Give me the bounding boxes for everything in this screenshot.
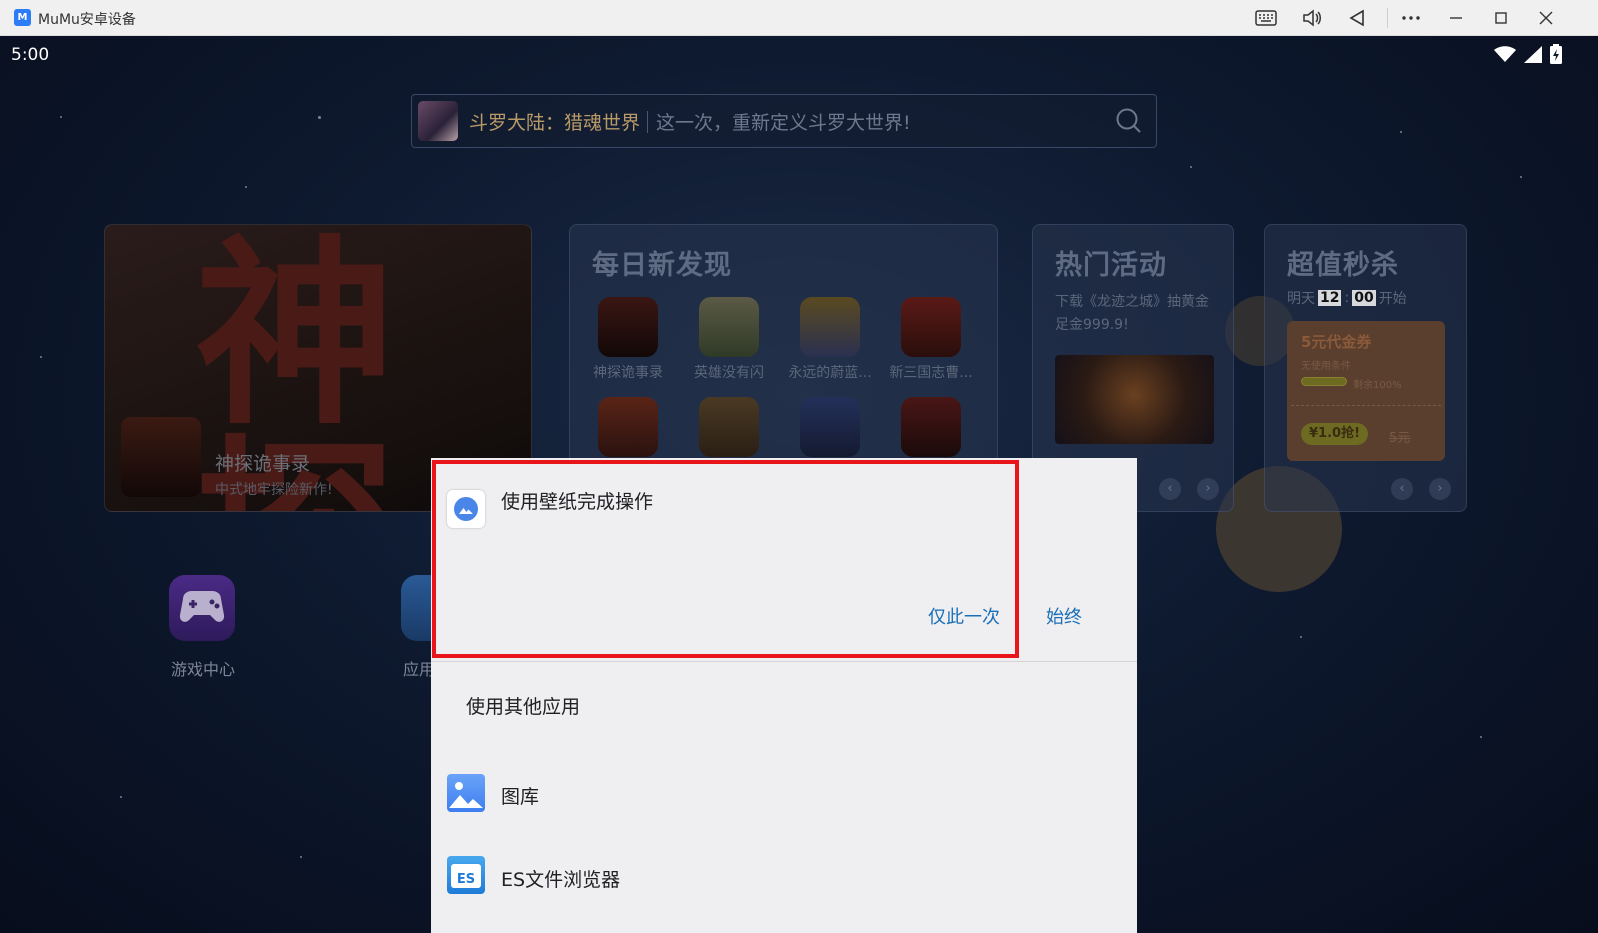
coupon-condition: 无使用条件 xyxy=(1301,361,1351,372)
star xyxy=(245,186,247,188)
flash-sale-day: 明天 xyxy=(1287,291,1315,307)
es-file-explorer-label[interactable]: ES文件浏览器 xyxy=(501,865,620,892)
use-other-app-heading: 使用其他应用 xyxy=(466,696,581,718)
wallpaper-app-icon xyxy=(447,490,485,528)
featured-game-subtitle: 中式地牢探险新作! xyxy=(215,482,333,498)
gallery-icon[interactable] xyxy=(447,774,485,812)
game-icon[interactable] xyxy=(699,297,759,357)
search-game-thumbnail xyxy=(418,101,458,141)
coupon-divider xyxy=(1291,405,1441,406)
search-icon[interactable] xyxy=(1116,108,1142,134)
game-center-label: 游戏中心 xyxy=(171,660,236,679)
prev-arrow-icon[interactable]: ‹ xyxy=(1159,478,1181,500)
next-arrow-icon[interactable]: › xyxy=(1429,478,1451,500)
hot-activity-title: 热门活动 xyxy=(1055,250,1167,281)
star xyxy=(40,356,42,358)
coupon-original-price: 5元 xyxy=(1389,431,1411,446)
search-slogan: 这一次，重新定义斗罗大世界! xyxy=(656,112,911,134)
next-arrow-icon[interactable]: › xyxy=(1197,478,1219,500)
back-icon[interactable] xyxy=(1344,6,1370,30)
prev-arrow-icon[interactable]: ‹ xyxy=(1391,478,1413,500)
star xyxy=(60,116,62,118)
signal-icon xyxy=(1524,45,1542,63)
game-icon[interactable] xyxy=(800,397,860,457)
minimize-icon[interactable] xyxy=(1443,6,1469,30)
volume-icon[interactable] xyxy=(1299,6,1325,30)
flash-sale-minute: 00 xyxy=(1352,290,1376,306)
star xyxy=(1400,131,1402,133)
star xyxy=(1520,176,1522,178)
es-file-explorer-icon[interactable]: ES xyxy=(447,856,485,894)
flash-sale-time: 明天 12 : 00 开始 xyxy=(1287,288,1407,308)
game-icon[interactable] xyxy=(598,297,658,357)
game-name: 神探诡事录 xyxy=(593,365,663,381)
star xyxy=(1480,736,1482,738)
coupon-card[interactable]: 5元代金券 无使用条件 剩余100% ¥1.0抢! 5元 xyxy=(1287,321,1445,461)
game-name: 永远的蔚蓝... xyxy=(788,365,872,381)
battery-icon xyxy=(1550,44,1562,64)
window-titlebar: M MuMu安卓设备 xyxy=(0,0,1598,36)
svg-text:ES: ES xyxy=(457,872,475,887)
game-name: 英雄没有闪 xyxy=(694,365,764,381)
game-name: 新三国志曹... xyxy=(889,365,973,381)
flash-sale-card[interactable]: 超值秒杀 明天 12 : 00 开始 5元代金券 无使用条件 剩余100% ¥1… xyxy=(1264,224,1467,512)
coupon-remaining: 剩余100% xyxy=(1353,380,1402,391)
more-icon[interactable] xyxy=(1398,6,1424,30)
game-center-icon[interactable] xyxy=(169,575,235,641)
just-once-button[interactable]: 仅此一次 xyxy=(928,603,1000,629)
search-game-name: 斗罗大陆：猎魂世界 xyxy=(469,112,641,134)
search-divider xyxy=(647,111,648,133)
star xyxy=(1300,636,1302,638)
star xyxy=(300,856,302,858)
coupon-title: 5元代金券 xyxy=(1301,333,1372,351)
game-icon[interactable] xyxy=(800,297,860,357)
wifi-icon xyxy=(1494,45,1516,62)
hot-activity-text: 下载《龙迹之城》抽黄金足金999.9! xyxy=(1055,294,1209,333)
gallery-app-label[interactable]: 图库 xyxy=(501,782,539,809)
always-button[interactable]: 始终 xyxy=(1046,603,1082,629)
star xyxy=(120,796,122,798)
status-icons xyxy=(1494,44,1562,64)
flash-sale-hour: 12 xyxy=(1318,290,1342,306)
flash-sale-start: 开始 xyxy=(1378,291,1407,307)
app-chooser-dialog: 使用壁纸完成操作 仅此一次 始终 使用其他应用 图库 ES ES文件浏览器 xyxy=(431,458,1137,933)
coupon-progress-bar xyxy=(1301,377,1347,386)
featured-game-name: 神探诡事录 xyxy=(215,453,311,475)
status-time: 5:00 xyxy=(11,45,50,65)
hot-activity-image xyxy=(1055,355,1214,444)
game-icon[interactable] xyxy=(598,397,658,457)
window-title: MuMu安卓设备 xyxy=(38,12,136,28)
flash-sale-title: 超值秒杀 xyxy=(1287,250,1399,281)
mumu-logo-icon: M xyxy=(14,9,31,26)
titlebar-separator xyxy=(1387,8,1388,28)
maximize-icon[interactable] xyxy=(1488,6,1514,30)
time-colon: : xyxy=(1344,290,1350,306)
keyboard-icon[interactable] xyxy=(1253,6,1279,30)
game-icon[interactable] xyxy=(699,397,759,457)
game-search-bar[interactable]: 斗罗大陆：猎魂世界 这一次，重新定义斗罗大世界! xyxy=(411,94,1157,148)
game-icon[interactable] xyxy=(901,297,961,357)
featured-game-icon xyxy=(121,417,201,497)
daily-discovery-title: 每日新发现 xyxy=(592,250,732,281)
star xyxy=(318,116,321,119)
coupon-buy-button[interactable]: ¥1.0抢! xyxy=(1301,423,1369,445)
dialog-divider xyxy=(431,661,1137,662)
star xyxy=(1190,166,1192,168)
dialog-title: 使用壁纸完成操作 xyxy=(501,491,654,513)
game-icon[interactable] xyxy=(901,397,961,457)
close-icon[interactable] xyxy=(1533,6,1559,30)
